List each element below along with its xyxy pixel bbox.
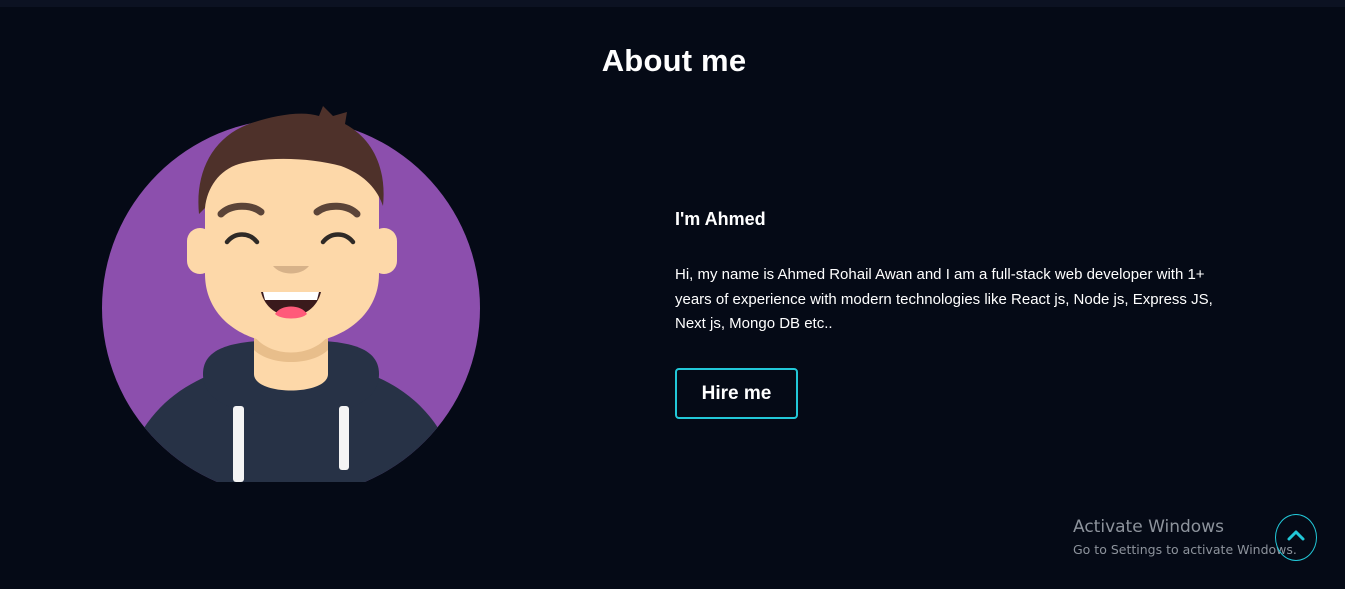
about-content: I'm Ahmed Hi, my name is Ahmed Rohail Aw… xyxy=(675,206,1235,337)
scroll-to-top-button[interactable] xyxy=(1275,514,1317,561)
section-title: About me xyxy=(601,43,747,78)
greeting-heading: I'm Ahmed xyxy=(675,209,766,229)
windows-activation-watermark: Activate Windows Go to Settings to activ… xyxy=(1073,515,1297,559)
watermark-subtitle: Go to Settings to activate Windows. xyxy=(1073,542,1297,557)
bio-paragraph: Hi, my name is Ahmed Rohail Awan and I a… xyxy=(675,266,1213,332)
top-strip xyxy=(0,0,1345,7)
watermark-title: Activate Windows xyxy=(1073,517,1224,537)
chevron-up-icon xyxy=(1287,530,1305,541)
hire-me-button[interactable]: Hire me xyxy=(675,368,798,419)
avatar-illustration xyxy=(101,104,483,497)
